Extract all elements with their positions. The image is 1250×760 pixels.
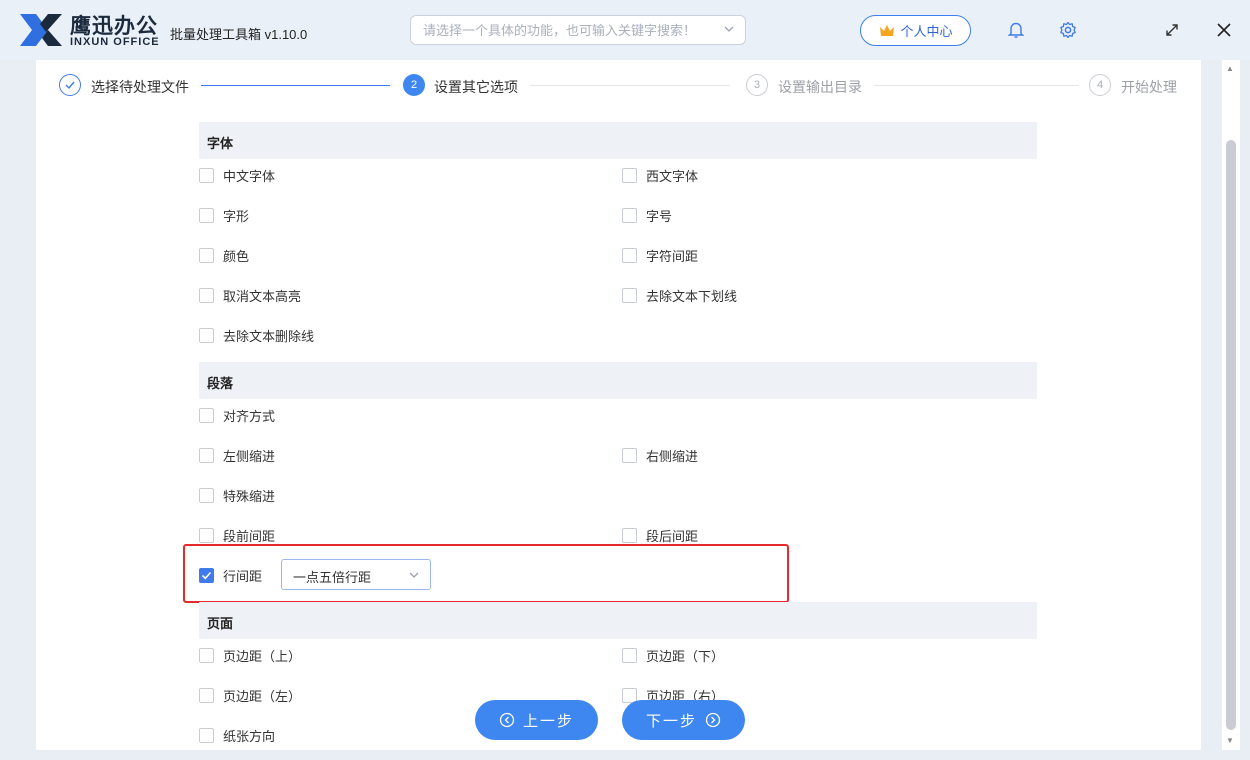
step-line (530, 85, 730, 86)
next-step-button[interactable]: 下一步 (622, 700, 745, 740)
step-1-done-icon (59, 74, 81, 96)
option-space-after[interactable]: 段后间距 (622, 526, 698, 544)
scroll-down-arrow[interactable]: ▼ (1226, 736, 1234, 745)
chevron-right-circle-icon (705, 712, 721, 728)
option-font-size[interactable]: 字号 (622, 206, 672, 224)
logo-subtext: INXUN OFFICE (70, 36, 160, 48)
user-center-label: 个人中心 (900, 24, 953, 39)
option-char-spacing[interactable]: 字符间距 (622, 246, 698, 264)
user-center-button[interactable]: 个人中心 (860, 15, 971, 46)
step-line (874, 85, 1079, 86)
title-bar: 鹰迅办公 INXUN OFFICE 批量处理工具箱 v1.10.0 个人中心 (0, 0, 1250, 60)
step-2-label: 设置其它选项 (434, 79, 518, 95)
step-3-number: 3 (746, 74, 768, 96)
option-label: 右侧缩进 (646, 448, 699, 464)
option-label: 字符间距 (646, 248, 699, 264)
prev-step-button[interactable]: 上一步 (475, 700, 598, 740)
checkbox[interactable] (199, 327, 214, 343)
step-line (201, 85, 390, 86)
option-label: 特殊缩进 (223, 488, 276, 504)
step-3-label: 设置输出目录 (778, 79, 862, 95)
option-label: 字形 (223, 208, 250, 224)
checkbox[interactable] (199, 687, 214, 703)
main-panel: 选择待处理文件 2 设置其它选项 3 设置输出目录 4 开始处理 字体 中文字体… (36, 60, 1201, 750)
option-special-indent[interactable]: 特殊缩进 (199, 486, 275, 504)
scroll-thumb[interactable] (1226, 140, 1236, 730)
option-label: 取消文本高亮 (223, 288, 302, 304)
checkbox[interactable] (199, 647, 214, 663)
function-search[interactable] (410, 15, 746, 45)
step-4-label: 开始处理 (1121, 79, 1177, 95)
vertical-scrollbar[interactable]: ▲ ▼ (1222, 60, 1240, 750)
option-right-indent[interactable]: 右侧缩进 (622, 446, 698, 464)
option-alignment[interactable]: 对齐方式 (199, 406, 275, 424)
step-2-number: 2 (403, 74, 425, 96)
option-label: 段前间距 (223, 528, 276, 544)
app-title: 批量处理工具箱 v1.10.0 (170, 27, 308, 42)
checkbox[interactable] (622, 527, 637, 543)
checkbox[interactable] (199, 447, 214, 463)
chevron-down-icon[interactable] (723, 23, 735, 35)
section-paragraph-header: 段落 (199, 362, 1037, 399)
prev-step-label: 上一步 (522, 712, 574, 730)
option-paper-orientation[interactable]: 纸张方向 (199, 726, 275, 744)
crown-icon (880, 24, 895, 36)
checkbox[interactable] (622, 167, 637, 183)
checkbox[interactable] (199, 167, 214, 183)
option-margin-bottom[interactable]: 页边距（下） (622, 646, 724, 664)
option-label: 西文字体 (646, 168, 699, 184)
option-label: 段后间距 (646, 528, 699, 544)
option-label: 对齐方式 (223, 408, 276, 424)
option-label: 页边距（上） (223, 648, 302, 664)
option-remove-highlight[interactable]: 取消文本高亮 (199, 286, 301, 304)
option-remove-underline[interactable]: 去除文本下划线 (622, 286, 737, 304)
option-label: 页边距（左） (223, 688, 302, 704)
next-step-label: 下一步 (645, 712, 697, 730)
checkbox[interactable] (622, 207, 637, 223)
maximize-icon[interactable] (1160, 18, 1184, 42)
highlight-box (183, 544, 789, 603)
option-label: 页边距（下） (646, 648, 725, 664)
checkbox[interactable] (199, 287, 214, 303)
section-page-header: 页面 (199, 602, 1037, 639)
checkbox[interactable] (622, 287, 637, 303)
option-label: 纸张方向 (223, 728, 276, 744)
gear-icon[interactable] (1056, 18, 1080, 42)
option-label: 去除文本删除线 (223, 328, 315, 344)
option-margin-top[interactable]: 页边距（上） (199, 646, 301, 664)
logo-icon (20, 14, 62, 46)
scroll-up-arrow[interactable]: ▲ (1226, 64, 1234, 73)
option-label: 字号 (646, 208, 673, 224)
checkbox[interactable] (199, 727, 214, 743)
bell-icon[interactable] (1004, 18, 1028, 42)
checkbox[interactable] (199, 487, 214, 503)
step-1-label: 选择待处理文件 (91, 79, 189, 95)
search-input[interactable] (411, 16, 721, 44)
option-left-indent[interactable]: 左侧缩进 (199, 446, 275, 464)
option-font-style[interactable]: 字形 (199, 206, 249, 224)
option-space-before[interactable]: 段前间距 (199, 526, 275, 544)
option-remove-strikethrough[interactable]: 去除文本删除线 (199, 326, 314, 344)
close-icon[interactable] (1212, 18, 1236, 42)
step-4-number: 4 (1089, 74, 1111, 96)
section-font-header: 字体 (199, 122, 1037, 159)
option-label: 左侧缩进 (223, 448, 276, 464)
option-label: 中文字体 (223, 168, 276, 184)
checkbox[interactable] (622, 247, 637, 263)
checkbox[interactable] (199, 407, 214, 423)
checkbox[interactable] (622, 647, 637, 663)
checkbox[interactable] (199, 527, 214, 543)
chevron-left-circle-icon (499, 712, 515, 728)
option-western-font[interactable]: 西文字体 (622, 166, 698, 184)
checkbox[interactable] (622, 447, 637, 463)
option-margin-left[interactable]: 页边距（左） (199, 686, 301, 704)
checkbox[interactable] (199, 247, 214, 263)
option-color[interactable]: 颜色 (199, 246, 249, 264)
option-label: 颜色 (223, 248, 250, 264)
checkbox[interactable] (199, 207, 214, 223)
option-chinese-font[interactable]: 中文字体 (199, 166, 275, 184)
option-label: 去除文本下划线 (646, 288, 738, 304)
